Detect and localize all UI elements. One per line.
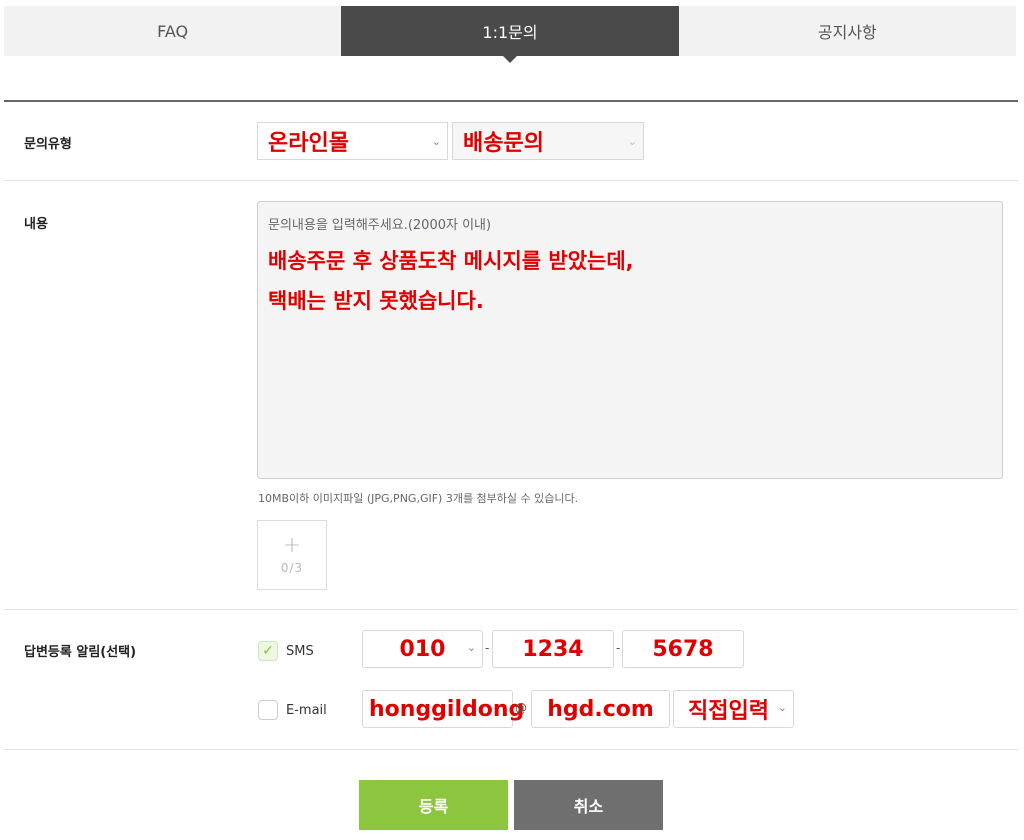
chevron-down-icon: ⌄ — [466, 641, 476, 654]
notify-label: 답변등록 알림(선택) — [24, 645, 137, 660]
checkbox-empty-icon — [258, 700, 278, 720]
inquiry-category-select[interactable]: 온라인몰 ⌄ — [257, 122, 448, 160]
email-local-value: honggildong — [369, 696, 525, 722]
tab-bar: FAQ 1:1문의 공지사항 — [4, 6, 1016, 63]
chevron-down-icon: ⌄ — [627, 135, 637, 148]
tab-one-to-one-inquiry[interactable]: 1:1문의 — [341, 6, 679, 63]
cancel-button[interactable]: 취소 — [514, 780, 663, 830]
check-icon: ✓ — [258, 641, 278, 661]
submit-button[interactable]: 등록 — [359, 780, 508, 830]
attachment-note: 10MB이하 이미지파일 (JPG,PNG,GIF) 3개를 첨부하실 수 있습… — [258, 492, 579, 505]
content-text-line: 배송주문 후 상품도착 메시지를 받았는데, — [268, 249, 634, 273]
phone-last-value: 5678 — [652, 636, 714, 662]
sms-checkbox[interactable]: ✓ SMS — [258, 641, 314, 661]
phone-middle-value: 1234 — [522, 636, 584, 662]
email-at-symbol: @ — [515, 701, 527, 715]
inquiry-subcategory-value: 배송문의 — [463, 131, 544, 156]
phone-middle-input[interactable]: 1234 — [492, 630, 614, 668]
tab-faq[interactable]: FAQ — [4, 6, 342, 56]
phone-separator: - — [616, 641, 621, 655]
email-label: E-mail — [286, 702, 327, 718]
chevron-down-icon: ⌄ — [431, 135, 441, 148]
content-textarea[interactable]: 문의내용을 입력해주세요.(2000자 이내) 배송주문 후 상품도착 메시지를… — [257, 201, 1003, 479]
row-divider — [4, 749, 1018, 750]
inquiry-category-value: 온라인몰 — [268, 131, 349, 156]
email-local-input[interactable]: honggildong — [362, 690, 524, 728]
inquiry-subcategory-select[interactable]: 배송문의 ⌄ — [452, 122, 644, 160]
email-checkbox[interactable]: E-mail — [258, 700, 327, 720]
plus-icon: + — [282, 533, 302, 558]
add-attachment-button[interactable]: + 0/3 — [257, 520, 327, 590]
email-domain-select-value: 직접입력 — [688, 699, 769, 724]
tab-notices[interactable]: 공지사항 — [678, 6, 1016, 56]
email-domain-value: hgd.com — [547, 696, 654, 722]
chevron-down-icon: ⌄ — [777, 701, 787, 714]
email-domain-input[interactable]: hgd.com — [531, 690, 670, 728]
phone-last-input[interactable]: 5678 — [622, 630, 744, 668]
attachment-count: 0/3 — [280, 561, 304, 575]
content-label: 내용 — [24, 217, 48, 232]
row-divider — [4, 180, 1018, 181]
row-divider — [4, 609, 1018, 610]
phone-prefix-value: 010 — [399, 636, 446, 662]
content-text-line: 택배는 받지 못했습니다. — [268, 289, 484, 313]
phone-separator: - — [485, 641, 490, 655]
form-top-divider — [4, 100, 1018, 102]
content-placeholder: 문의내용을 입력해주세요.(2000자 이내) — [268, 218, 492, 233]
sms-label: SMS — [286, 643, 314, 659]
phone-prefix-select[interactable]: 010 ⌄ — [362, 630, 483, 668]
inquiry-type-label: 문의유형 — [24, 137, 72, 152]
email-domain-select[interactable]: 직접입력 ⌄ — [673, 690, 794, 728]
